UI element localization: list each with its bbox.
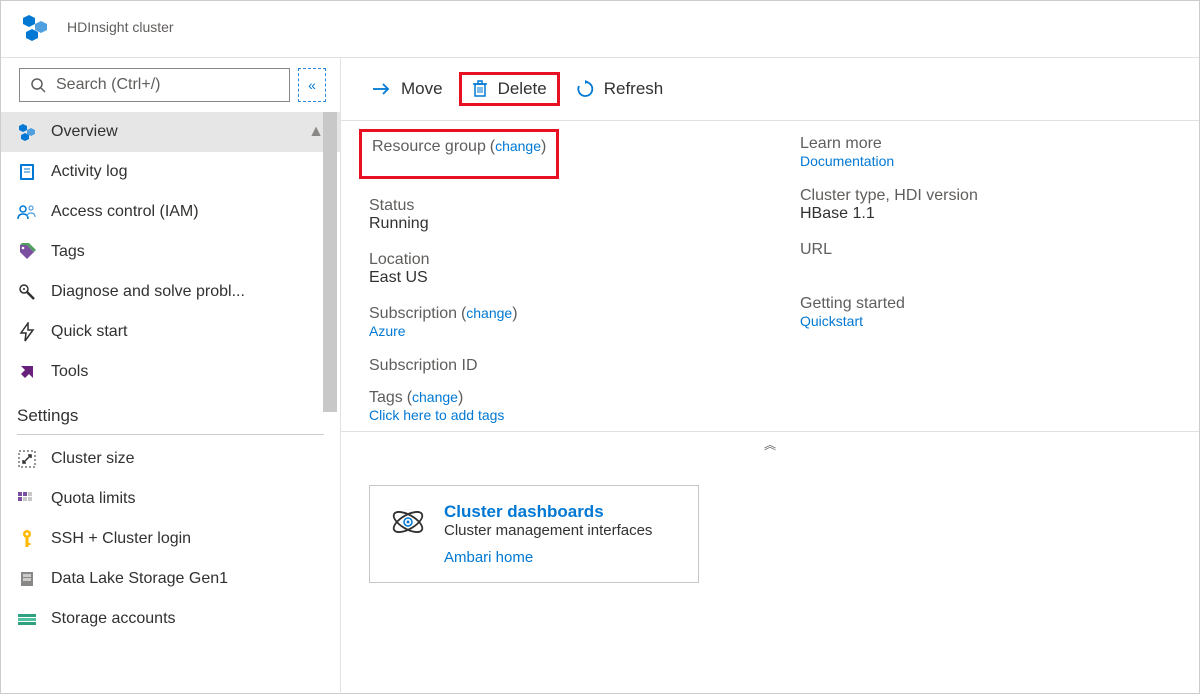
- storage-icon: [17, 569, 37, 589]
- nav-item-overview[interactable]: Overview ▲: [1, 112, 340, 152]
- nav-label: SSH + Cluster login: [51, 530, 191, 548]
- hdinsight-logo-icon: [19, 11, 51, 43]
- nav-item-quota-limits[interactable]: Quota limits: [1, 479, 340, 519]
- collapse-details-button[interactable]: ︽: [341, 431, 1199, 457]
- nav-label: Activity log: [51, 163, 127, 181]
- refresh-label: Refresh: [604, 79, 664, 99]
- status-value: Running: [369, 215, 740, 233]
- card-title: Cluster dashboards: [444, 502, 652, 522]
- collapse-sidebar-button[interactable]: «: [298, 68, 326, 102]
- toolbar: Move Delete Refresh: [341, 58, 1199, 121]
- learn-more-field: Learn more Documentation: [800, 135, 1171, 169]
- sidebar: Search (Ctrl+/) « Overview ▲ Activity lo…: [1, 58, 341, 694]
- diagnose-icon: [17, 282, 37, 302]
- nav-item-tools[interactable]: Tools: [1, 352, 340, 392]
- divider: [17, 434, 324, 435]
- log-icon: [17, 162, 37, 182]
- nav-label: Access control (IAM): [51, 203, 199, 221]
- nav-item-activity-log[interactable]: Activity log: [1, 152, 340, 192]
- nav-item-diagnose[interactable]: Diagnose and solve probl...: [1, 272, 340, 312]
- nav-item-access-control[interactable]: Access control (IAM): [1, 192, 340, 232]
- getting-started-label: Getting started: [800, 295, 1171, 313]
- resource-group-highlight: Resource group (change): [359, 129, 559, 179]
- settings-section-label: Settings: [1, 392, 340, 430]
- main-content: Move Delete Refresh Resource group: [341, 58, 1199, 694]
- nav-label: Tools: [51, 363, 88, 381]
- getting-started-field: Getting started Quickstart: [800, 295, 1171, 329]
- location-value: East US: [369, 269, 740, 287]
- quota-icon: [17, 489, 37, 509]
- subscription-label: Subscription: [369, 305, 457, 322]
- documentation-link[interactable]: Documentation: [800, 153, 1171, 169]
- nav-label: Storage accounts: [51, 610, 176, 628]
- subscription-field: Subscription (change) Azure: [369, 305, 740, 339]
- resize-icon: [17, 449, 37, 469]
- search-placeholder: Search (Ctrl+/): [56, 76, 160, 94]
- header: HDInsight cluster: [1, 1, 1199, 58]
- tags-icon: [17, 242, 37, 262]
- chevron-up-double-icon: ︽: [764, 438, 776, 452]
- add-tags-link[interactable]: Click here to add tags: [369, 407, 1171, 423]
- tags-change-link[interactable]: change: [412, 389, 458, 405]
- tags-label: Tags: [369, 389, 403, 406]
- status-field: Status Running: [369, 197, 740, 233]
- nav-item-quick-start[interactable]: Quick start: [1, 312, 340, 352]
- subscription-id-field: Subscription ID: [369, 357, 740, 375]
- nav-label: Cluster size: [51, 450, 135, 468]
- cluster-type-field: Cluster type, HDI version HBase 1.1: [800, 187, 1171, 223]
- tags-field: Tags (change) Click here to add tags: [369, 389, 1171, 423]
- nav-label: Diagnose and solve probl...: [51, 283, 245, 301]
- subscription-value[interactable]: Azure: [369, 323, 740, 339]
- subscription-change-link[interactable]: change: [466, 305, 512, 321]
- nav-item-ssh-login[interactable]: SSH + Cluster login: [1, 519, 340, 559]
- nav-label: Overview: [51, 123, 118, 141]
- atom-icon: [388, 502, 428, 542]
- url-label: URL: [800, 241, 1171, 259]
- location-label: Location: [369, 251, 740, 269]
- cluster-type-value: HBase 1.1: [800, 205, 1171, 223]
- resource-group-field: Resource group (change): [372, 138, 546, 156]
- nav-label: Data Lake Storage Gen1: [51, 570, 228, 588]
- refresh-icon: [576, 80, 594, 98]
- move-button[interactable]: Move: [361, 75, 453, 103]
- resource-group-change-link[interactable]: change: [495, 138, 541, 154]
- nav-scrollbar[interactable]: [320, 112, 340, 694]
- nav-list: Overview ▲ Activity log Access control (…: [1, 112, 340, 694]
- cluster-dashboards-card[interactable]: Cluster dashboards Cluster management in…: [369, 485, 699, 583]
- move-label: Move: [401, 79, 443, 99]
- quickstart-link[interactable]: Quickstart: [800, 313, 1171, 329]
- arrow-right-icon: [371, 81, 391, 97]
- cluster-icon: [17, 122, 37, 142]
- nav-label: Quick start: [51, 323, 127, 341]
- url-field: URL: [800, 241, 1171, 277]
- search-input[interactable]: Search (Ctrl+/): [19, 68, 290, 102]
- trash-icon: [472, 80, 488, 98]
- subscription-id-label: Subscription ID: [369, 357, 740, 375]
- location-field: Location East US: [369, 251, 740, 287]
- quickstart-icon: [17, 322, 37, 342]
- tools-icon: [17, 362, 37, 382]
- ambari-home-link[interactable]: Ambari home: [444, 549, 533, 566]
- delete-button[interactable]: Delete: [459, 72, 560, 106]
- nav-item-cluster-size[interactable]: Cluster size: [1, 439, 340, 479]
- url-value: [800, 259, 1171, 277]
- nav-label: Quota limits: [51, 490, 135, 508]
- nav-item-tags[interactable]: Tags: [1, 232, 340, 272]
- iam-icon: [17, 202, 37, 222]
- key-icon: [17, 529, 37, 549]
- learn-more-label: Learn more: [800, 135, 1171, 153]
- nav-item-data-lake[interactable]: Data Lake Storage Gen1: [1, 559, 340, 599]
- search-icon: [30, 77, 46, 93]
- nav-label: Tags: [51, 243, 85, 261]
- resource-group-label: Resource group: [372, 138, 486, 155]
- card-subtitle: Cluster management interfaces: [444, 522, 652, 539]
- accounts-icon: [17, 609, 37, 629]
- delete-label: Delete: [498, 79, 547, 99]
- nav-item-storage-accounts[interactable]: Storage accounts: [1, 599, 340, 639]
- cluster-type-label: Cluster type, HDI version: [800, 187, 1171, 205]
- refresh-button[interactable]: Refresh: [566, 75, 674, 103]
- page-title: HDInsight cluster: [67, 19, 174, 35]
- status-label: Status: [369, 197, 740, 215]
